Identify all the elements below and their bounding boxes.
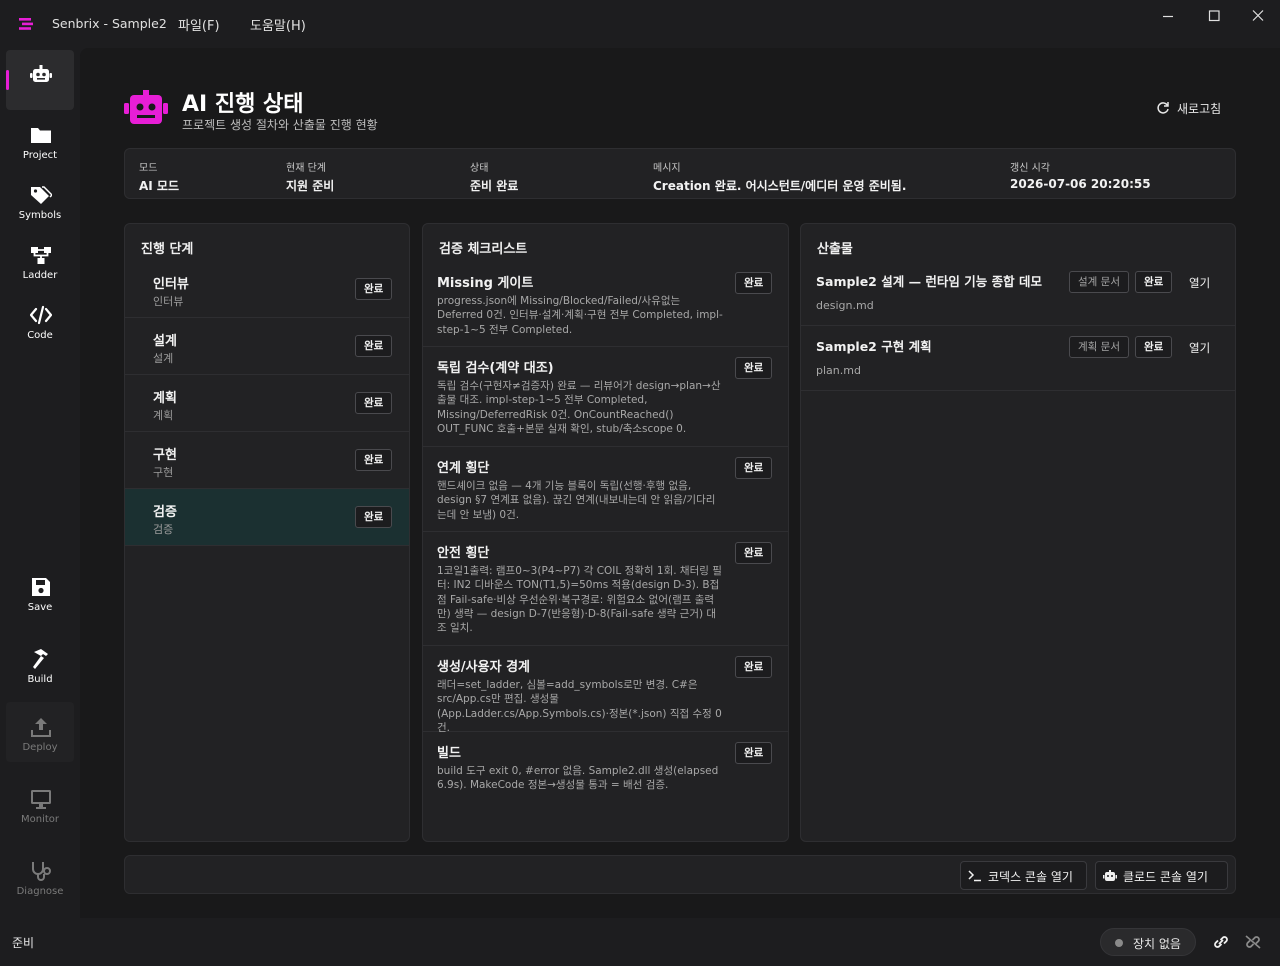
check-item: 연계 횡단 핸드셰이크 없음 — 4개 기능 블록이 독립(선행·후행 없음, … [423, 449, 788, 532]
status-stage: 현재 단계 지원 준비 [286, 163, 335, 193]
open-button[interactable]: 열기 [1189, 275, 1210, 291]
monitor-icon [31, 790, 51, 809]
tags-icon [31, 186, 52, 204]
ladder-icon [31, 247, 51, 264]
link-icon[interactable] [1212, 934, 1230, 950]
sidebar-item-label: Code [27, 330, 53, 341]
menu-help[interactable]: 도움말(H) [250, 15, 306, 34]
minimize-button[interactable] [1156, 8, 1180, 26]
maximize-button[interactable] [1202, 8, 1226, 26]
status-badge: 완료 [735, 272, 773, 294]
open-button[interactable]: 열기 [1189, 340, 1210, 356]
output-item: Sample2 설계 — 런타임 기능 종합 데모 design.md 설계 문… [801, 261, 1235, 326]
open-codex-console-button[interactable]: 코덱스 콘솔 열기 [960, 861, 1087, 890]
status-badge: 완료 [735, 656, 773, 678]
terminal-icon [968, 870, 981, 882]
sidebar-item-save[interactable]: Save [6, 562, 74, 622]
unlink-icon[interactable] [1244, 934, 1262, 950]
type-badge: 계획 문서 [1069, 336, 1129, 358]
status-updated: 갱신 시각 2026-07-06 20:20:55 [1010, 163, 1151, 191]
sidebar-item-label: Diagnose [16, 886, 64, 897]
checklist-panel: 검증 체크리스트 Missing 게이트 progress.json에 Miss… [422, 223, 789, 842]
status-message: 메시지 Creation 완료. 어시스턴트/에디터 운영 준비됨. [653, 163, 907, 193]
upload-icon [31, 718, 51, 737]
hammer-icon [33, 649, 48, 669]
close-button[interactable] [1246, 8, 1270, 26]
robot-icon [1103, 870, 1117, 881]
stethoscope-icon [32, 862, 51, 881]
outputs-panel: 산출물 Sample2 설계 — 런타임 기능 종합 데모 design.md … [800, 223, 1236, 842]
refresh-label: 새로고침 [1177, 102, 1222, 116]
sidebar-item-monitor[interactable]: Monitor [6, 774, 74, 834]
status-badge: 완료 [735, 542, 773, 564]
open-claude-console-button[interactable]: 클로드 콘솔 열기 [1095, 861, 1228, 890]
panel-title: 산출물 [817, 242, 853, 257]
output-item: Sample2 구현 계획 plan.md 계획 문서 완료 열기 [801, 326, 1235, 391]
sidebar-item-ai[interactable] [6, 50, 74, 110]
save-icon [32, 578, 50, 596]
stages-panel: 진행 단계 인터뷰 인터뷰 완료 설계 설계 완료 계획 계획 완료 구현 구현… [124, 223, 410, 842]
sidebar: Project Symbols Ladder Code Save Build D… [0, 48, 80, 918]
page-subtitle: 프로젝트 생성 절차와 산출물 진행 현황 [182, 118, 378, 132]
status-badge: 완료 [1135, 336, 1173, 358]
stage-item[interactable]: 계획 계획 완료 [125, 375, 409, 432]
sidebar-item-label: Project [22, 150, 58, 161]
sidebar-item-label: Save [27, 602, 53, 613]
status-state: 상태 준비 완료 [470, 163, 519, 193]
check-item: 안전 횡단 1코일1출력: 램프0~3(P4~P7) 각 COIL 정확히 1회… [423, 534, 788, 646]
sidebar-item-label: Ladder [22, 270, 58, 281]
sidebar-item-diagnose[interactable]: Diagnose [6, 846, 74, 906]
folder-icon [31, 128, 51, 143]
status-mode: 모드 AI 모드 [139, 163, 180, 193]
type-badge: 설계 문서 [1069, 271, 1129, 293]
stage-item[interactable]: 인터뷰 인터뷰 완료 [125, 261, 409, 318]
panel-title: 검증 체크리스트 [439, 242, 528, 257]
status-badge: 완료 [355, 506, 393, 528]
sidebar-item-symbols[interactable]: Symbols [6, 170, 74, 230]
sidebar-item-deploy[interactable]: Deploy [6, 702, 74, 762]
sidebar-item-ladder[interactable]: Ladder [6, 230, 74, 290]
status-badge: 완료 [1135, 271, 1173, 293]
window-title: Senbrix - Sample2 [52, 16, 167, 31]
status-summary: 모드 AI 모드 현재 단계 지원 준비 상태 준비 완료 메시지 Creati… [124, 148, 1236, 199]
sidebar-item-code[interactable]: Code [6, 290, 74, 350]
code-icon [30, 305, 52, 325]
sidebar-item-build[interactable]: Build [6, 634, 74, 694]
menu-file[interactable]: 파일(F) [178, 15, 220, 34]
sidebar-item-label: Deploy [22, 742, 58, 753]
check-item: 독립 검수(계약 대조) 독립 검수(구현자≠검증자) 완료 — 리뷰어가 de… [423, 349, 788, 447]
status-badge: 완료 [735, 357, 773, 379]
status-badge: 완료 [355, 449, 393, 471]
device-status[interactable]: 장치 없음 [1100, 928, 1196, 956]
sidebar-item-label: Build [27, 674, 53, 685]
console-action-bar: 코덱스 콘솔 열기 클로드 콘솔 열기 [124, 855, 1236, 894]
app-logo-icon [19, 18, 33, 30]
sidebar-item-project[interactable]: Project [6, 110, 74, 170]
title-bar: Senbrix - Sample2 파일(F) 도움말(H) [0, 0, 1280, 48]
stage-item[interactable]: 설계 설계 완료 [125, 318, 409, 375]
device-status-dot [1115, 939, 1123, 947]
status-badge: 완료 [735, 457, 773, 479]
status-badge: 완료 [735, 742, 773, 764]
status-badge: 완료 [355, 278, 393, 300]
check-item: 생성/사용자 경계 래더=set_ladder, 심볼=add_symbols로… [423, 648, 788, 734]
status-badge: 완료 [355, 335, 393, 357]
stage-item-active[interactable]: 검증 검증 완료 [125, 489, 409, 546]
check-item: 빌드 build 도구 exit 0, #error 없음. Sample2.d… [423, 734, 788, 804]
robot-icon [30, 65, 52, 82]
panel-title: 진행 단계 [141, 242, 194, 257]
refresh-icon [1157, 102, 1169, 114]
robot-icon [124, 90, 168, 124]
sidebar-item-label: Symbols [18, 210, 62, 221]
app-status-text: 준비 [12, 936, 35, 950]
check-item: Missing 게이트 progress.json에 Missing/Block… [423, 264, 788, 347]
sidebar-item-label: Monitor [20, 814, 59, 825]
page-title: AI 진행 상태 [182, 92, 304, 117]
status-badge: 완료 [355, 392, 393, 414]
stage-item[interactable]: 구현 구현 완료 [125, 432, 409, 489]
